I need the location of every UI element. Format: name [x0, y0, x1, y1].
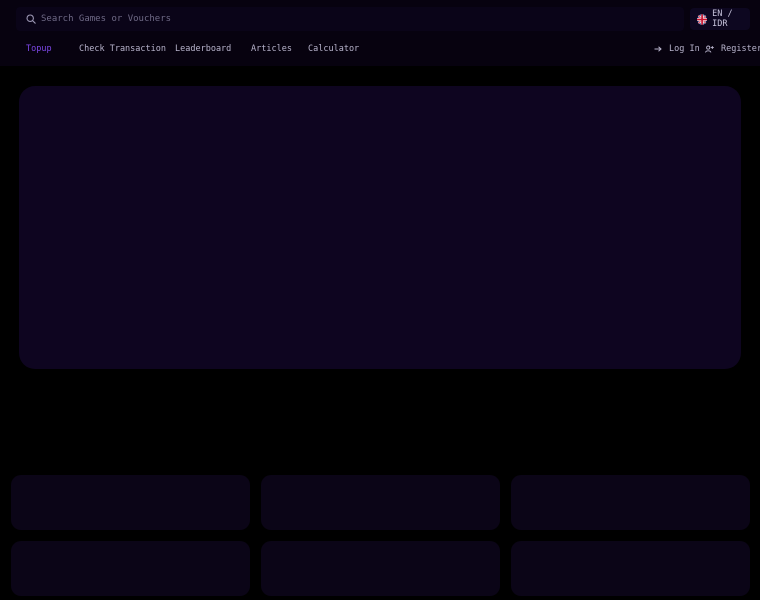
product-card-placeholder[interactable]	[11, 541, 250, 596]
search-bar[interactable]	[16, 7, 684, 31]
register-label: Register	[721, 44, 760, 54]
product-card-placeholder[interactable]	[261, 541, 500, 596]
user-plus-icon	[705, 45, 714, 53]
locale-label: EN / IDR	[712, 9, 733, 29]
login-arrow-icon	[654, 46, 662, 52]
uk-flag-icon	[697, 13, 708, 25]
hero-banner-placeholder[interactable]	[19, 86, 741, 369]
main-nav: Topup Check Transaction Leaderboard Arti…	[0, 40, 760, 60]
nav-item-check-transaction[interactable]: Check Transaction	[79, 44, 166, 54]
nav-item-calculator[interactable]: Calculator	[308, 44, 359, 54]
language-currency-selector[interactable]: EN / IDR	[690, 8, 750, 30]
login-button[interactable]: Log In	[654, 44, 700, 54]
product-card-placeholder[interactable]	[261, 475, 500, 530]
search-icon	[26, 14, 36, 24]
search-input[interactable]	[41, 14, 641, 24]
nav-item-articles[interactable]: Articles	[251, 44, 292, 54]
top-header: EN / IDR Topup Check Transaction Leaderb…	[0, 0, 760, 66]
product-card-placeholder[interactable]	[11, 475, 250, 530]
product-card-placeholder[interactable]	[511, 541, 750, 596]
nav-item-leaderboard[interactable]: Leaderboard	[175, 44, 231, 54]
register-button[interactable]: Register	[705, 44, 760, 54]
login-label: Log In	[669, 44, 700, 54]
nav-item-topup[interactable]: Topup	[26, 44, 52, 54]
product-card-placeholder[interactable]	[511, 475, 750, 530]
